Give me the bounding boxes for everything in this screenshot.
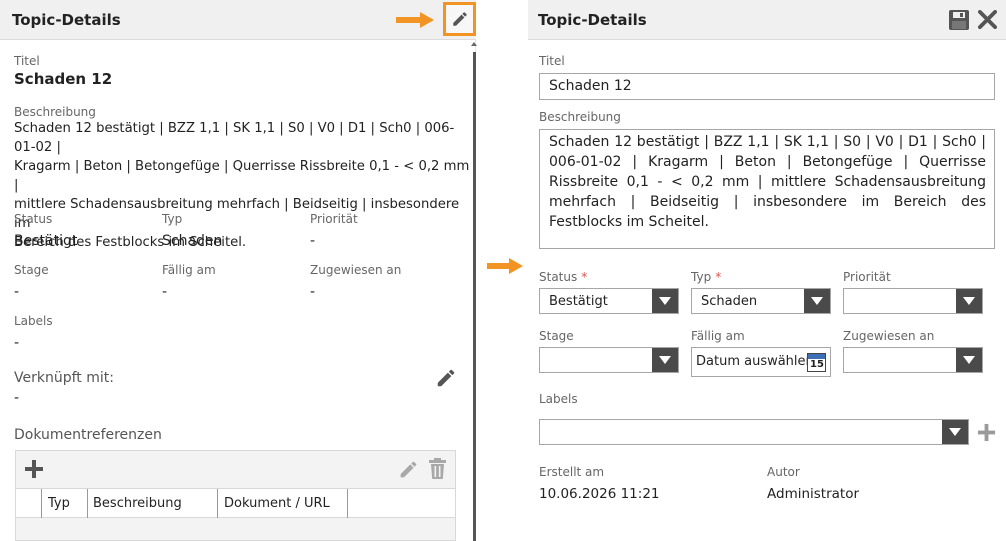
title-label: Titel [539,54,565,68]
typ-label: Typ [162,212,183,226]
status-label: Status * [539,270,588,284]
status-select[interactable]: Bestätigt [539,288,679,314]
title-label: Titel [14,54,40,68]
status-value: Bestätigt [14,233,78,249]
description-label: Beschreibung [539,110,621,124]
due-date-label: Fällig am [162,263,216,277]
chevron-down-icon[interactable] [956,289,982,313]
author-label: Autor [767,465,800,479]
stage-select[interactable] [539,347,679,373]
document-references-label: Dokumentreferenzen [14,427,162,443]
plus-icon[interactable] [24,459,44,479]
trash-icon[interactable] [428,458,447,480]
arrow-right-icon [487,258,523,274]
save-icon[interactable] [949,10,969,30]
stage-value: - [14,284,20,300]
stage-label: Stage [14,263,49,277]
assigned-label: Zugewiesen an [310,263,402,277]
edit-panel-header: Topic-Details [528,0,1006,40]
pencil-icon [453,12,467,26]
typ-select[interactable]: Schaden [691,288,831,314]
pencil-icon[interactable] [435,367,457,389]
assigned-value: - [310,284,316,300]
column-header-typ[interactable]: Typ [48,496,70,511]
description-textarea[interactable]: Schaden 12 bestätigt | BZZ 1,1 | SK 1,1 … [539,129,995,249]
edit-panel-title: Topic-Details [538,11,647,29]
linked-with-label: Verknüpft mit: [14,370,114,386]
labels-label: Labels [14,314,53,328]
stage-label: Stage [539,329,574,343]
priority-label: Priorität [843,270,891,284]
typ-value: Schaden [162,233,223,249]
calendar-icon[interactable]: 15 [807,353,826,372]
status-selected-value: Bestätigt [549,294,608,309]
typ-selected-value: Schaden [701,294,758,309]
labels-select[interactable] [539,419,969,445]
chevron-down-icon[interactable] [652,348,678,372]
labels-value: - [14,335,20,351]
title-value: Schaden 12 [14,70,113,88]
topic-details-view-panel: Topic-Details Titel Schaden 12 Beschreib… [0,0,477,541]
priority-label: Priorität [310,212,358,226]
date-placeholder: Datum auswählen [696,354,814,369]
due-date-picker[interactable]: Datum auswählen 15 [691,347,831,377]
column-header-dokument[interactable]: Dokument / URL [224,496,330,511]
description-line: Kragarm | Beton | Betongefüge | Querriss… [14,159,470,193]
plus-icon[interactable] [977,423,996,442]
chevron-down-icon[interactable] [652,289,678,313]
scroll-up-arrow[interactable] [471,42,477,46]
due-date-value: - [162,284,168,300]
priority-value: - [310,233,316,249]
column-header-beschreibung[interactable]: Beschreibung [93,496,182,511]
document-references-table: Typ Beschreibung Dokument / URL [15,450,456,541]
status-label: Status [14,212,53,226]
description-line: Bereich des Festblocks im Scheitel. [14,235,247,250]
labels-label: Labels [539,392,578,406]
title-input[interactable]: Schaden 12 [539,73,995,100]
due-date-label: Fällig am [691,329,745,343]
close-icon[interactable] [978,10,997,29]
linked-with-value: - [14,390,20,406]
pencil-icon[interactable] [398,459,419,480]
topic-details-edit-panel: Topic-Details Titel Schaden 12 Beschreib… [528,0,1006,541]
typ-label: Typ * [691,270,722,284]
description-line: mittlere Schadensausbreitung mehrfach | … [14,197,460,231]
description-value: Schaden 12 bestätigt | BZZ 1,1 | SK 1,1 … [14,119,475,252]
priority-select[interactable] [843,288,983,314]
chevron-down-icon[interactable] [804,289,830,313]
arrow-right-icon [396,12,434,28]
view-panel-title: Topic-Details [12,11,121,29]
table-header-row: Typ Beschreibung Dokument / URL [16,488,455,518]
author-value: Administrator [767,486,860,502]
created-label: Erstellt am [539,465,605,479]
created-value: 10.06.2026 11:21 [539,486,660,502]
description-line: Schaden 12 bestätigt | BZZ 1,1 | SK 1,1 … [14,121,455,155]
assigned-select[interactable] [843,347,983,373]
chevron-down-icon[interactable] [956,348,982,372]
edit-button[interactable] [443,2,476,36]
chevron-down-icon[interactable] [942,420,968,444]
description-label: Beschreibung [14,105,96,119]
assigned-label: Zugewiesen an [843,329,935,343]
calendar-day: 15 [810,359,824,370]
